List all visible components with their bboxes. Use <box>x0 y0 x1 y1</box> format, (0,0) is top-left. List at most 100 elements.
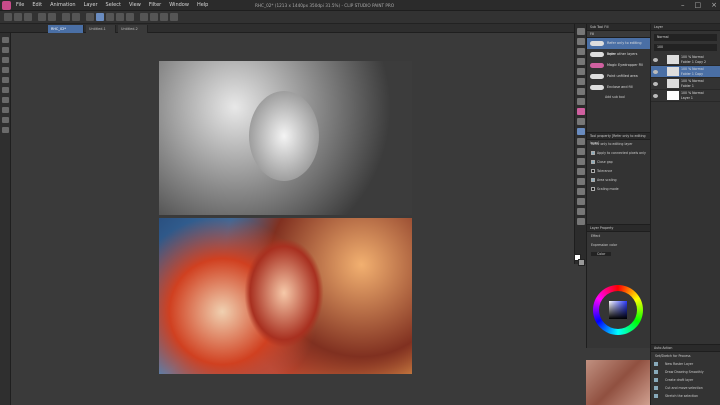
mask-icon[interactable] <box>170 13 178 21</box>
selection-icon[interactable] <box>577 58 585 65</box>
fill-tool-icon[interactable] <box>140 13 148 21</box>
eyedropper-icon[interactable] <box>577 78 585 85</box>
lasso-icon[interactable] <box>577 68 585 75</box>
opacity-field[interactable]: 100 <box>654 44 717 51</box>
navigator-thumbnail[interactable] <box>586 360 650 405</box>
grid-snap-icon[interactable] <box>116 13 124 21</box>
minimize-icon[interactable]: – <box>681 0 685 11</box>
close-icon[interactable]: × <box>711 0 717 11</box>
main-sub-color[interactable] <box>574 254 585 268</box>
eye-icon[interactable] <box>653 94 658 98</box>
subtool-item[interactable]: Refer only to editing layer <box>587 38 650 56</box>
tool-icon[interactable] <box>2 127 9 133</box>
color-wheel[interactable] <box>593 285 643 335</box>
snap-icon[interactable] <box>96 13 104 21</box>
add-subtool-button[interactable]: Add sub tool <box>587 93 650 102</box>
layer-row[interactable]: 100 % Normal Folder 1 <box>651 78 720 90</box>
gradient-icon[interactable] <box>577 158 585 165</box>
save-icon[interactable] <box>24 13 32 21</box>
menu-edit[interactable]: Edit <box>32 0 42 11</box>
lock-icon[interactable] <box>160 13 168 21</box>
tab-rhc02[interactable]: RHC_02* <box>48 25 84 33</box>
subtool-item[interactable]: Paint unfilled area <box>587 71 650 82</box>
pen-icon[interactable] <box>577 88 585 95</box>
zoom-icon[interactable] <box>577 28 585 35</box>
move-icon[interactable] <box>577 38 585 45</box>
airbrush-icon[interactable] <box>577 118 585 125</box>
eraser-icon[interactable] <box>577 138 585 145</box>
maximize-icon[interactable]: □ <box>695 0 702 11</box>
auto-action-item[interactable]: Create draft layer <box>651 376 720 384</box>
tool-icon[interactable] <box>2 97 9 103</box>
new-file-icon[interactable] <box>4 13 12 21</box>
command-bar <box>0 11 720 24</box>
menu-help[interactable]: Help <box>197 0 208 11</box>
clear-icon[interactable] <box>62 13 70 21</box>
layer-row[interactable]: 100 % Normal Folder 1 Copy 2 <box>651 54 720 66</box>
tab-untitled-2[interactable]: Untitled-2 <box>118 25 148 33</box>
auto-action-item[interactable]: Stretch the selection <box>651 392 720 400</box>
subtool-item[interactable]: Magic Eyedropper Fill <box>587 60 650 71</box>
balloon-icon[interactable] <box>577 208 585 215</box>
eye-icon[interactable] <box>653 58 658 62</box>
menu-bar: File Edit Animation Layer Select View Fi… <box>16 0 208 11</box>
layer-row[interactable]: 100 % Normal Folder 1 Copy <box>651 66 720 78</box>
auto-action-item[interactable]: New Raster Layer <box>651 360 720 368</box>
subtool-item[interactable]: Enclose and fill <box>587 82 650 93</box>
property-row[interactable]: Scaling mode <box>587 185 650 194</box>
perspective-icon[interactable] <box>126 13 134 21</box>
tool-icon[interactable] <box>2 77 9 83</box>
canvas-artwork-color[interactable] <box>159 218 412 374</box>
menu-file[interactable]: File <box>16 0 24 11</box>
correct-line-icon[interactable] <box>577 218 585 225</box>
eye-icon[interactable] <box>653 82 658 86</box>
tool-icon[interactable] <box>2 67 9 73</box>
color-icon[interactable] <box>150 13 158 21</box>
brush-icon[interactable] <box>577 108 585 115</box>
blend-mode-select[interactable]: Normal <box>654 34 717 41</box>
transform-icon[interactable] <box>72 13 80 21</box>
operation-icon[interactable] <box>577 48 585 55</box>
property-row[interactable]: Area scaling <box>587 176 650 185</box>
blend-icon[interactable] <box>577 148 585 155</box>
tool-icon[interactable] <box>2 107 9 113</box>
expression-color-select[interactable]: Color <box>587 250 650 259</box>
property-row[interactable]: Tolerance <box>587 167 650 176</box>
open-icon[interactable] <box>14 13 22 21</box>
auto-action-set[interactable]: Set/Sketch for Process <box>651 352 720 360</box>
auto-action-item[interactable]: Cut and move selection <box>651 384 720 392</box>
pencil-icon[interactable] <box>577 98 585 105</box>
deselect-icon[interactable] <box>86 13 94 21</box>
tool-icon[interactable] <box>2 37 9 43</box>
color-square[interactable] <box>609 301 627 319</box>
property-row[interactable]: Close gap <box>587 158 650 167</box>
auto-action-item[interactable]: Draw Drawing Smoothly <box>651 368 720 376</box>
ruler-icon[interactable] <box>577 188 585 195</box>
left-toolbar <box>0 33 11 405</box>
tool-icon[interactable] <box>2 87 9 93</box>
menu-window[interactable]: Window <box>169 0 189 11</box>
eye-icon[interactable] <box>653 70 658 74</box>
layer-row[interactable]: 100 % Normal Layer 1 <box>651 90 720 102</box>
menu-layer[interactable]: Layer <box>84 0 98 11</box>
tool-icon[interactable] <box>2 47 9 53</box>
subtool-item[interactable]: Refer other layers <box>587 49 650 60</box>
menu-animation[interactable]: Animation <box>50 0 76 11</box>
menu-view[interactable]: View <box>129 0 141 11</box>
tab-untitled-1[interactable]: Untitled-1 <box>86 25 116 33</box>
menu-filter[interactable]: Filter <box>149 0 161 11</box>
figure-icon[interactable] <box>577 168 585 175</box>
subtool-group[interactable]: Fill <box>587 31 650 38</box>
frame-icon[interactable] <box>577 178 585 185</box>
tool-icon[interactable] <box>2 117 9 123</box>
canvas-artwork-grayscale[interactable] <box>159 61 412 215</box>
tool-column <box>574 24 586 264</box>
ruler-snap-icon[interactable] <box>106 13 114 21</box>
menu-select[interactable]: Select <box>106 0 121 11</box>
text-icon[interactable] <box>577 198 585 205</box>
fill-icon[interactable] <box>577 128 585 135</box>
undo-icon[interactable] <box>38 13 46 21</box>
property-row[interactable]: Apply to connected pixels only <box>587 149 650 158</box>
tool-icon[interactable] <box>2 57 9 63</box>
redo-icon[interactable] <box>48 13 56 21</box>
